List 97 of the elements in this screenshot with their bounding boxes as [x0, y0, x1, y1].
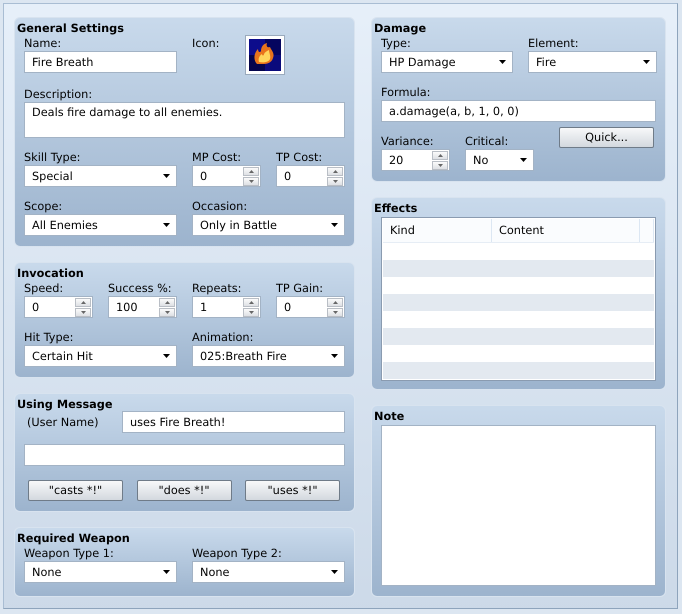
- field-label: TP Gain:: [276, 282, 324, 295]
- dropdown[interactable]: Only in Battle: [192, 214, 345, 236]
- caret-up-icon: [164, 300, 170, 304]
- spin-down-button[interactable]: [327, 176, 343, 186]
- field-label: Speed:: [24, 282, 64, 295]
- spin-down-button[interactable]: [243, 308, 259, 316]
- caret-down-icon: [332, 180, 338, 182]
- spin-up-button[interactable]: [327, 166, 343, 176]
- caret-down-icon: [331, 570, 338, 574]
- field-label: Success %:: [108, 282, 172, 295]
- spin-up-button[interactable]: [327, 298, 343, 306]
- caret-down-icon: [163, 354, 170, 358]
- number-field[interactable]: 0: [276, 296, 345, 318]
- caret-up-icon: [248, 300, 254, 304]
- dropdown[interactable]: No: [465, 149, 534, 171]
- caret-up-icon: [332, 170, 338, 172]
- text-area[interactable]: Deals fire damage to all enemies.: [24, 102, 345, 138]
- spin-up-button[interactable]: [243, 166, 259, 176]
- caret-down-icon: [163, 174, 170, 178]
- field-label: Weapon Type 1:: [24, 547, 114, 560]
- field-label: Type:: [381, 37, 411, 50]
- phrase-button[interactable]: "casts *!": [28, 480, 123, 501]
- field-label: MP Cost:: [192, 151, 242, 164]
- caret-down-icon: [163, 223, 170, 227]
- field-label: (User Name): [26, 416, 100, 428]
- column-header[interactable]: Content: [492, 219, 640, 242]
- caret-down-icon: [80, 310, 86, 314]
- spin-down-button[interactable]: [159, 308, 175, 316]
- caret-up-icon: [332, 300, 338, 304]
- dropdown[interactable]: None: [192, 561, 345, 583]
- panel-title: Invocation: [17, 266, 84, 282]
- field-label: Element:: [528, 37, 579, 50]
- field-label: TP Cost:: [276, 151, 322, 164]
- caret-down-icon: [331, 354, 338, 358]
- column-header[interactable]: Kind: [383, 219, 492, 242]
- text-field[interactable]: a.damage(a, b, 1, 0, 0): [381, 100, 656, 122]
- spin-down-button[interactable]: [327, 308, 343, 316]
- field-label: Occasion:: [192, 200, 248, 213]
- caret-up-icon: [438, 154, 442, 156]
- panel-title: General Settings: [17, 21, 124, 37]
- number-field[interactable]: 0: [276, 165, 345, 187]
- caret-down-icon: [643, 60, 650, 64]
- number-field[interactable]: 100: [108, 296, 177, 318]
- spin-down-button[interactable]: [432, 160, 448, 170]
- caret-up-icon: [80, 300, 86, 304]
- field-label: Repeats:: [192, 282, 242, 295]
- spin-up-button[interactable]: [243, 298, 259, 306]
- number-field[interactable]: 20: [381, 149, 450, 171]
- dropdown[interactable]: 025:Breath Fire: [192, 345, 345, 367]
- spin-down-button[interactable]: [243, 176, 259, 186]
- phrase-button[interactable]: "uses *!": [245, 480, 340, 501]
- note-field[interactable]: [381, 425, 656, 586]
- dropdown[interactable]: Certain Hit: [24, 345, 177, 367]
- field-label: Description:: [24, 88, 92, 101]
- spin-up-button[interactable]: [75, 298, 91, 306]
- caret-down-icon: [248, 310, 254, 314]
- field-label: Name:: [24, 37, 62, 50]
- panel-title: Using Message: [17, 397, 113, 413]
- panel-title: Note: [374, 409, 404, 425]
- caret-down-icon: [499, 60, 506, 64]
- text-field[interactable]: [24, 444, 345, 466]
- phrase-button[interactable]: "does *!": [136, 480, 232, 501]
- text-field[interactable]: uses Fire Breath!: [122, 411, 345, 433]
- quick-button[interactable]: Quick...: [559, 127, 654, 148]
- caret-down-icon: [331, 223, 338, 227]
- number-field[interactable]: 0: [192, 165, 261, 187]
- caret-down-icon: [332, 310, 338, 314]
- caret-down-icon: [164, 310, 170, 314]
- number-field[interactable]: 1: [192, 296, 261, 318]
- field-label: Critical:: [465, 135, 508, 148]
- spin-up-button[interactable]: [432, 150, 448, 160]
- field-label: Hit Type:: [24, 331, 74, 344]
- field-label: Skill Type:: [24, 151, 80, 164]
- dropdown[interactable]: None: [24, 561, 177, 583]
- dropdown[interactable]: HP Damage: [381, 51, 513, 73]
- caret-down-icon: [520, 158, 527, 162]
- number-field[interactable]: 0: [24, 296, 93, 318]
- panel-title: Effects: [374, 201, 418, 217]
- field-label: Scope:: [24, 200, 62, 213]
- field-label: Formula:: [381, 86, 430, 99]
- caret-up-icon: [248, 170, 254, 172]
- panel-title: Damage: [374, 21, 426, 37]
- dropdown[interactable]: Fire: [528, 51, 657, 73]
- spin-up-button[interactable]: [159, 298, 175, 306]
- spin-down-button[interactable]: [75, 308, 91, 316]
- field-label: Variance:: [381, 135, 434, 148]
- field-label: Icon:: [192, 37, 220, 50]
- field-label: Weapon Type 2:: [192, 547, 282, 560]
- dropdown[interactable]: Special: [24, 165, 177, 187]
- caret-down-icon: [438, 164, 442, 166]
- panel-title: Required Weapon: [17, 531, 130, 547]
- field-label: Animation:: [192, 331, 254, 344]
- flame-icon[interactable]: [245, 35, 286, 75]
- dropdown[interactable]: All Enemies: [24, 214, 177, 236]
- caret-down-icon: [163, 570, 170, 574]
- caret-down-icon: [248, 180, 254, 182]
- text-field[interactable]: Fire Breath: [24, 51, 177, 73]
